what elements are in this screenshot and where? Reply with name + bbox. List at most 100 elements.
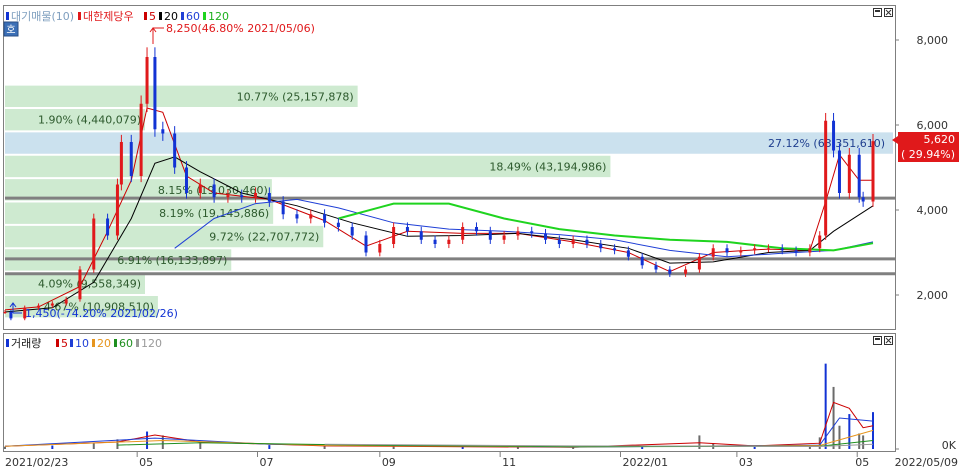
volume-bar-17 xyxy=(808,446,811,449)
vlegend-swatch-ma60 xyxy=(114,339,117,347)
candle-body-13 xyxy=(145,57,149,104)
volume-tick-label-0: 0K xyxy=(942,439,957,452)
legend-ma60: 60 xyxy=(186,10,200,23)
low-annotation-text: 1,450(-74.20% 2021/02/26) xyxy=(25,307,178,320)
volume-bar-16 xyxy=(753,446,756,449)
candle-body-1 xyxy=(9,312,13,319)
legend-swatch-series xyxy=(78,12,81,20)
volume-panel xyxy=(3,333,896,452)
candle-body-36 xyxy=(447,239,451,244)
candle-body-56 xyxy=(725,248,729,253)
candle-body-21 xyxy=(240,195,244,198)
legend-swatch-ma60 xyxy=(181,12,184,20)
candle-body-24 xyxy=(281,201,285,215)
vlegend-swatch-ma10 xyxy=(70,339,73,347)
candle-body-58 xyxy=(753,248,757,251)
volume-panel-maximize-button[interactable] xyxy=(873,336,882,345)
quote-toggle-button[interactable]: 호 xyxy=(3,21,19,37)
candle-body-43 xyxy=(544,233,548,240)
volume-bar-4 xyxy=(146,431,149,449)
stock-chart: 4.67% (10,908,510)4.09% (9,558,349)6.91%… xyxy=(0,0,959,469)
candle-body-8 xyxy=(106,218,110,236)
price-panel-maximize-button[interactable] xyxy=(873,8,882,17)
price-tick-label-1: 4,000 xyxy=(917,204,949,217)
legend-swatch-ma20 xyxy=(159,12,162,20)
candle-body-67 xyxy=(847,154,851,193)
maximize-icon xyxy=(875,10,880,12)
candle-body-15 xyxy=(161,129,165,134)
vlegend-ma5: 5 xyxy=(61,337,68,350)
quote-toggle-label[interactable]: 호 xyxy=(6,24,15,36)
vlegend-ma10: 10 xyxy=(75,337,89,350)
vlegend-ma20: 20 xyxy=(97,337,111,350)
volume-bar-5 xyxy=(161,435,164,449)
vlegend-main-label: 거래량 xyxy=(11,337,41,350)
legend-swatch-ma5 xyxy=(144,12,147,20)
candle-body-42 xyxy=(530,231,534,234)
volume-bar-8 xyxy=(323,446,326,449)
last-price-value: 5,620 xyxy=(924,133,956,146)
candle-body-10 xyxy=(119,142,123,185)
candle-body-31 xyxy=(378,244,382,253)
candle-body-32 xyxy=(392,227,396,244)
candle-body-4 xyxy=(50,303,54,306)
candle-body-59 xyxy=(766,248,770,250)
supply-band-label-6: 18.49% (43,194,986) xyxy=(489,160,606,173)
candle-body-12 xyxy=(139,103,143,176)
volume-bar-3 xyxy=(116,439,119,449)
candle-body-17 xyxy=(184,167,188,193)
candle-body-64 xyxy=(824,120,828,236)
last-price-change: ( 29.94%) xyxy=(901,148,955,161)
vlegend-swatch-main xyxy=(6,339,9,347)
candle-body-11 xyxy=(129,142,133,176)
candle-body-0 xyxy=(3,312,7,313)
candle-body-35 xyxy=(433,239,437,244)
candle-body-66 xyxy=(837,150,841,193)
maximize-icon xyxy=(875,338,880,340)
candle-body-48 xyxy=(613,248,617,251)
candle-body-6 xyxy=(78,269,82,300)
candle-body-37 xyxy=(461,227,465,240)
supply-band-label-8: 1.90% (4,440,079) xyxy=(38,114,141,127)
x-tick-label-8: 2022/05/09 xyxy=(895,456,958,469)
candle-body-50 xyxy=(640,256,644,266)
candle-body-46 xyxy=(585,239,589,244)
candle-body-53 xyxy=(684,269,688,274)
candle-body-61 xyxy=(794,250,798,253)
candle-body-57 xyxy=(739,250,743,253)
volume-bar-13 xyxy=(641,447,644,449)
candle-body-49 xyxy=(626,250,630,257)
candle-body-40 xyxy=(502,235,506,240)
candle-body-16 xyxy=(173,133,177,168)
vlegend-swatch-ma5 xyxy=(56,339,59,347)
x-tick-label-6: 03 xyxy=(739,456,753,469)
candle-body-63 xyxy=(818,235,822,249)
legend-main-label: 대기매물(10) xyxy=(11,10,74,23)
vlegend-swatch-ma120 xyxy=(136,339,139,347)
candle-body-70 xyxy=(871,141,875,202)
x-tick-label-2: 07 xyxy=(260,456,274,469)
volume-bar-20 xyxy=(832,386,835,449)
supply-band-label-3: 9.72% (22,707,772) xyxy=(209,231,319,244)
legend-ma120: 120 xyxy=(208,10,229,23)
candle-body-29 xyxy=(350,227,354,236)
candle-body-68 xyxy=(857,154,861,198)
x-tick-label-1: 05 xyxy=(139,456,153,469)
candle-body-27 xyxy=(323,214,327,223)
candle-body-41 xyxy=(516,231,520,236)
x-tick-label-5: 2022/01 xyxy=(622,456,668,469)
supply-band-label-2: 6.91% (16,133,897) xyxy=(117,254,227,267)
supply-band-label-1: 4.09% (9,558,349) xyxy=(38,277,141,290)
vlegend-swatch-ma20 xyxy=(92,339,95,347)
candle-body-55 xyxy=(711,248,715,257)
candle-body-39 xyxy=(488,231,492,240)
price-tick-label-0: 2,000 xyxy=(917,289,949,302)
candle-body-14 xyxy=(153,57,157,130)
volume-bar-7 xyxy=(268,445,271,449)
price-tick-label-2: 6,000 xyxy=(917,119,949,132)
legend-swatch-ma120 xyxy=(203,12,206,20)
candle-body-54 xyxy=(697,256,701,270)
legend-series-label: 대한제당우 xyxy=(83,10,134,23)
candle-body-33 xyxy=(405,227,409,232)
vlegend-ma60: 60 xyxy=(119,337,133,350)
